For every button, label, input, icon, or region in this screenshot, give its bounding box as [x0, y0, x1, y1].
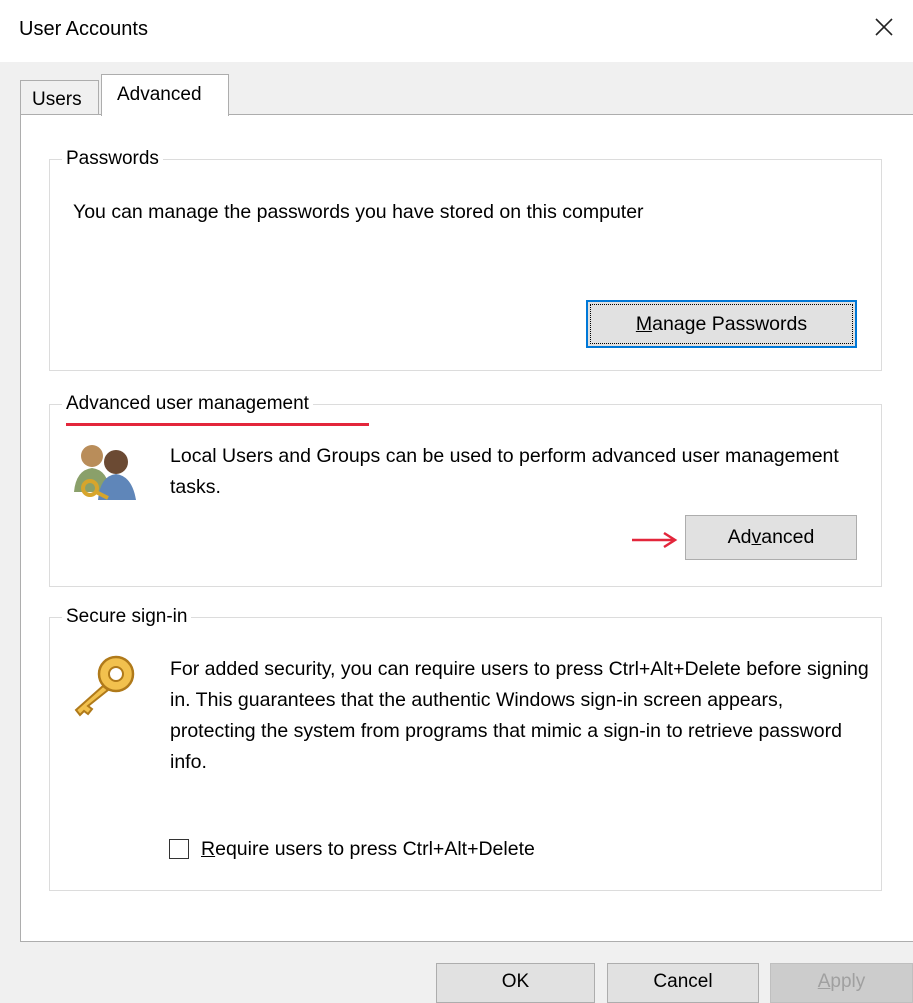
secure-sign-in-description: For added security, you can require user…: [170, 658, 869, 773]
cancel-button[interactable]: Cancel: [607, 963, 759, 1003]
advanced-user-management-legend: Advanced user management: [62, 393, 313, 415]
passwords-description: You can manage the passwords you have st…: [73, 201, 644, 223]
annotation-underline: [66, 423, 369, 426]
apply-button[interactable]: Apply: [770, 963, 913, 1003]
advanced-user-management-description: Local Users and Groups can be used to pe…: [170, 445, 839, 498]
tab-advanced[interactable]: Advanced: [101, 74, 229, 116]
secure-sign-in-legend: Secure sign-in: [62, 606, 192, 628]
tab-users[interactable]: Users: [20, 80, 99, 114]
close-icon[interactable]: [869, 12, 899, 42]
passwords-legend: Passwords: [62, 148, 163, 170]
key-icon: [74, 655, 135, 717]
users-group-icon: [74, 445, 136, 500]
annotation-arrow-icon: [632, 531, 678, 549]
require-ctrl-alt-delete-label[interactable]: Require users to press Ctrl+Alt+Delete: [201, 834, 535, 865]
title-bar: User Accounts: [0, 0, 913, 62]
require-ctrl-alt-delete-checkbox[interactable]: [169, 839, 189, 859]
manage-passwords-button[interactable]: Manage Passwords: [586, 300, 857, 348]
ok-button[interactable]: OK: [436, 963, 595, 1003]
advanced-button[interactable]: Advanced: [685, 515, 857, 560]
window-title: User Accounts: [19, 18, 148, 40]
